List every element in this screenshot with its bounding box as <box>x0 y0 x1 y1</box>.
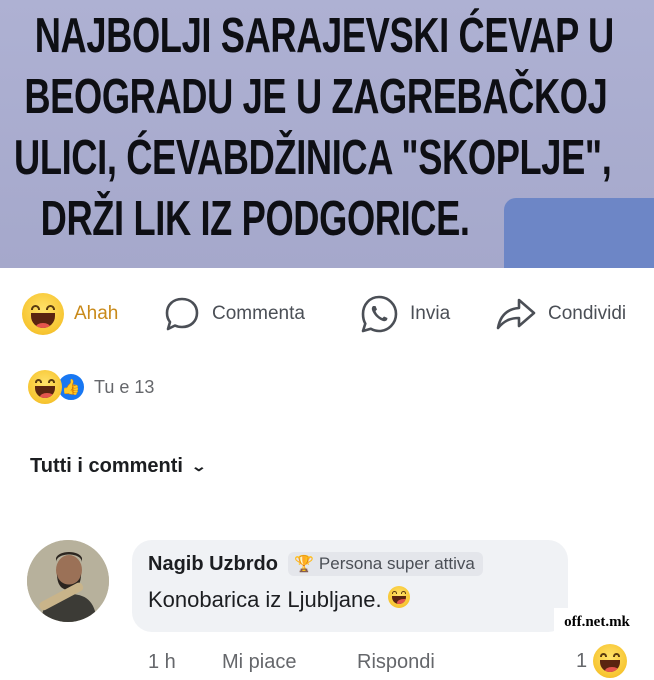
reactions-summary[interactable]: 👍 Tu e 13 <box>28 368 154 406</box>
banner-line-2: BEOGRADU JE U ZAGREBAČKOJ <box>24 70 608 124</box>
comment-text: Konobarica iz Ljubljane. <box>148 587 382 612</box>
share-label: Condividi <box>548 303 627 324</box>
redaction-overlay <box>504 198 654 268</box>
comment-bubble[interactable]: Nagib Uzbrdo 🏆 Persona super attiva Kono… <box>132 540 568 632</box>
react-button[interactable]: Ahah <box>22 288 118 340</box>
whatsapp-icon <box>361 295 398 333</box>
badge-label: Persona super attiva <box>318 554 475 573</box>
comments-filter-dropdown[interactable]: Tutti i commenti ⌄ <box>30 455 208 478</box>
haha-emoji-icon <box>593 644 628 678</box>
comment-button[interactable]: Commenta <box>162 288 305 340</box>
post-image[interactable]: NAJBOLJI SARAJEVSKI ĆEVAP U BEOGRADU JE … <box>0 0 654 268</box>
watermark: off.net.mk <box>554 608 640 636</box>
chevron-down-icon: ⌄ <box>190 458 208 474</box>
watermark-text: off.net.mk <box>564 613 630 630</box>
send-button[interactable]: Invia <box>358 288 450 340</box>
comment-label: Commenta <box>212 303 305 324</box>
comment-reaction-count: 1 <box>576 649 588 672</box>
reaction-count: Tu e 13 <box>94 376 155 397</box>
post-action-bar: Ahah Commenta Invia Condividi <box>0 288 654 340</box>
comments-filter-label: Tutti i commenti <box>30 455 183 477</box>
comment-author[interactable]: Nagib Uzbrdo <box>148 553 278 576</box>
top-fan-badge[interactable]: 🏆 Persona super attiva <box>288 552 483 576</box>
trophy-icon: 🏆 <box>294 556 314 573</box>
comment-like-button[interactable]: Mi piace <box>222 648 296 676</box>
comment-timestamp: 1 h <box>148 650 176 673</box>
banner-line-1: NAJBOLJI SARAJEVSKI ĆEVAP U <box>34 9 614 63</box>
haha-emoji-icon <box>28 370 62 404</box>
comment-bubble-icon <box>165 297 199 331</box>
avatar[interactable] <box>27 540 109 622</box>
react-label: Ahah <box>74 303 119 324</box>
comment-text-row: Konobarica iz Ljubljane. <box>148 586 552 614</box>
haha-emoji-icon <box>387 586 410 614</box>
banner-line-3: ULICI, ĆEVABDŽINICA "SKOPLJE", <box>14 131 612 185</box>
haha-emoji-icon <box>22 293 64 335</box>
share-arrow-icon <box>496 298 536 330</box>
comment-reactions[interactable]: 1 <box>576 644 628 678</box>
send-label: Invia <box>410 303 451 324</box>
comment-reply-button[interactable]: Rispondi <box>357 648 435 676</box>
banner-line-4: DRŽI LIK IZ PODGORICE. <box>40 192 470 246</box>
share-button[interactable]: Condividi <box>494 288 626 340</box>
avatar-photo <box>27 540 109 622</box>
